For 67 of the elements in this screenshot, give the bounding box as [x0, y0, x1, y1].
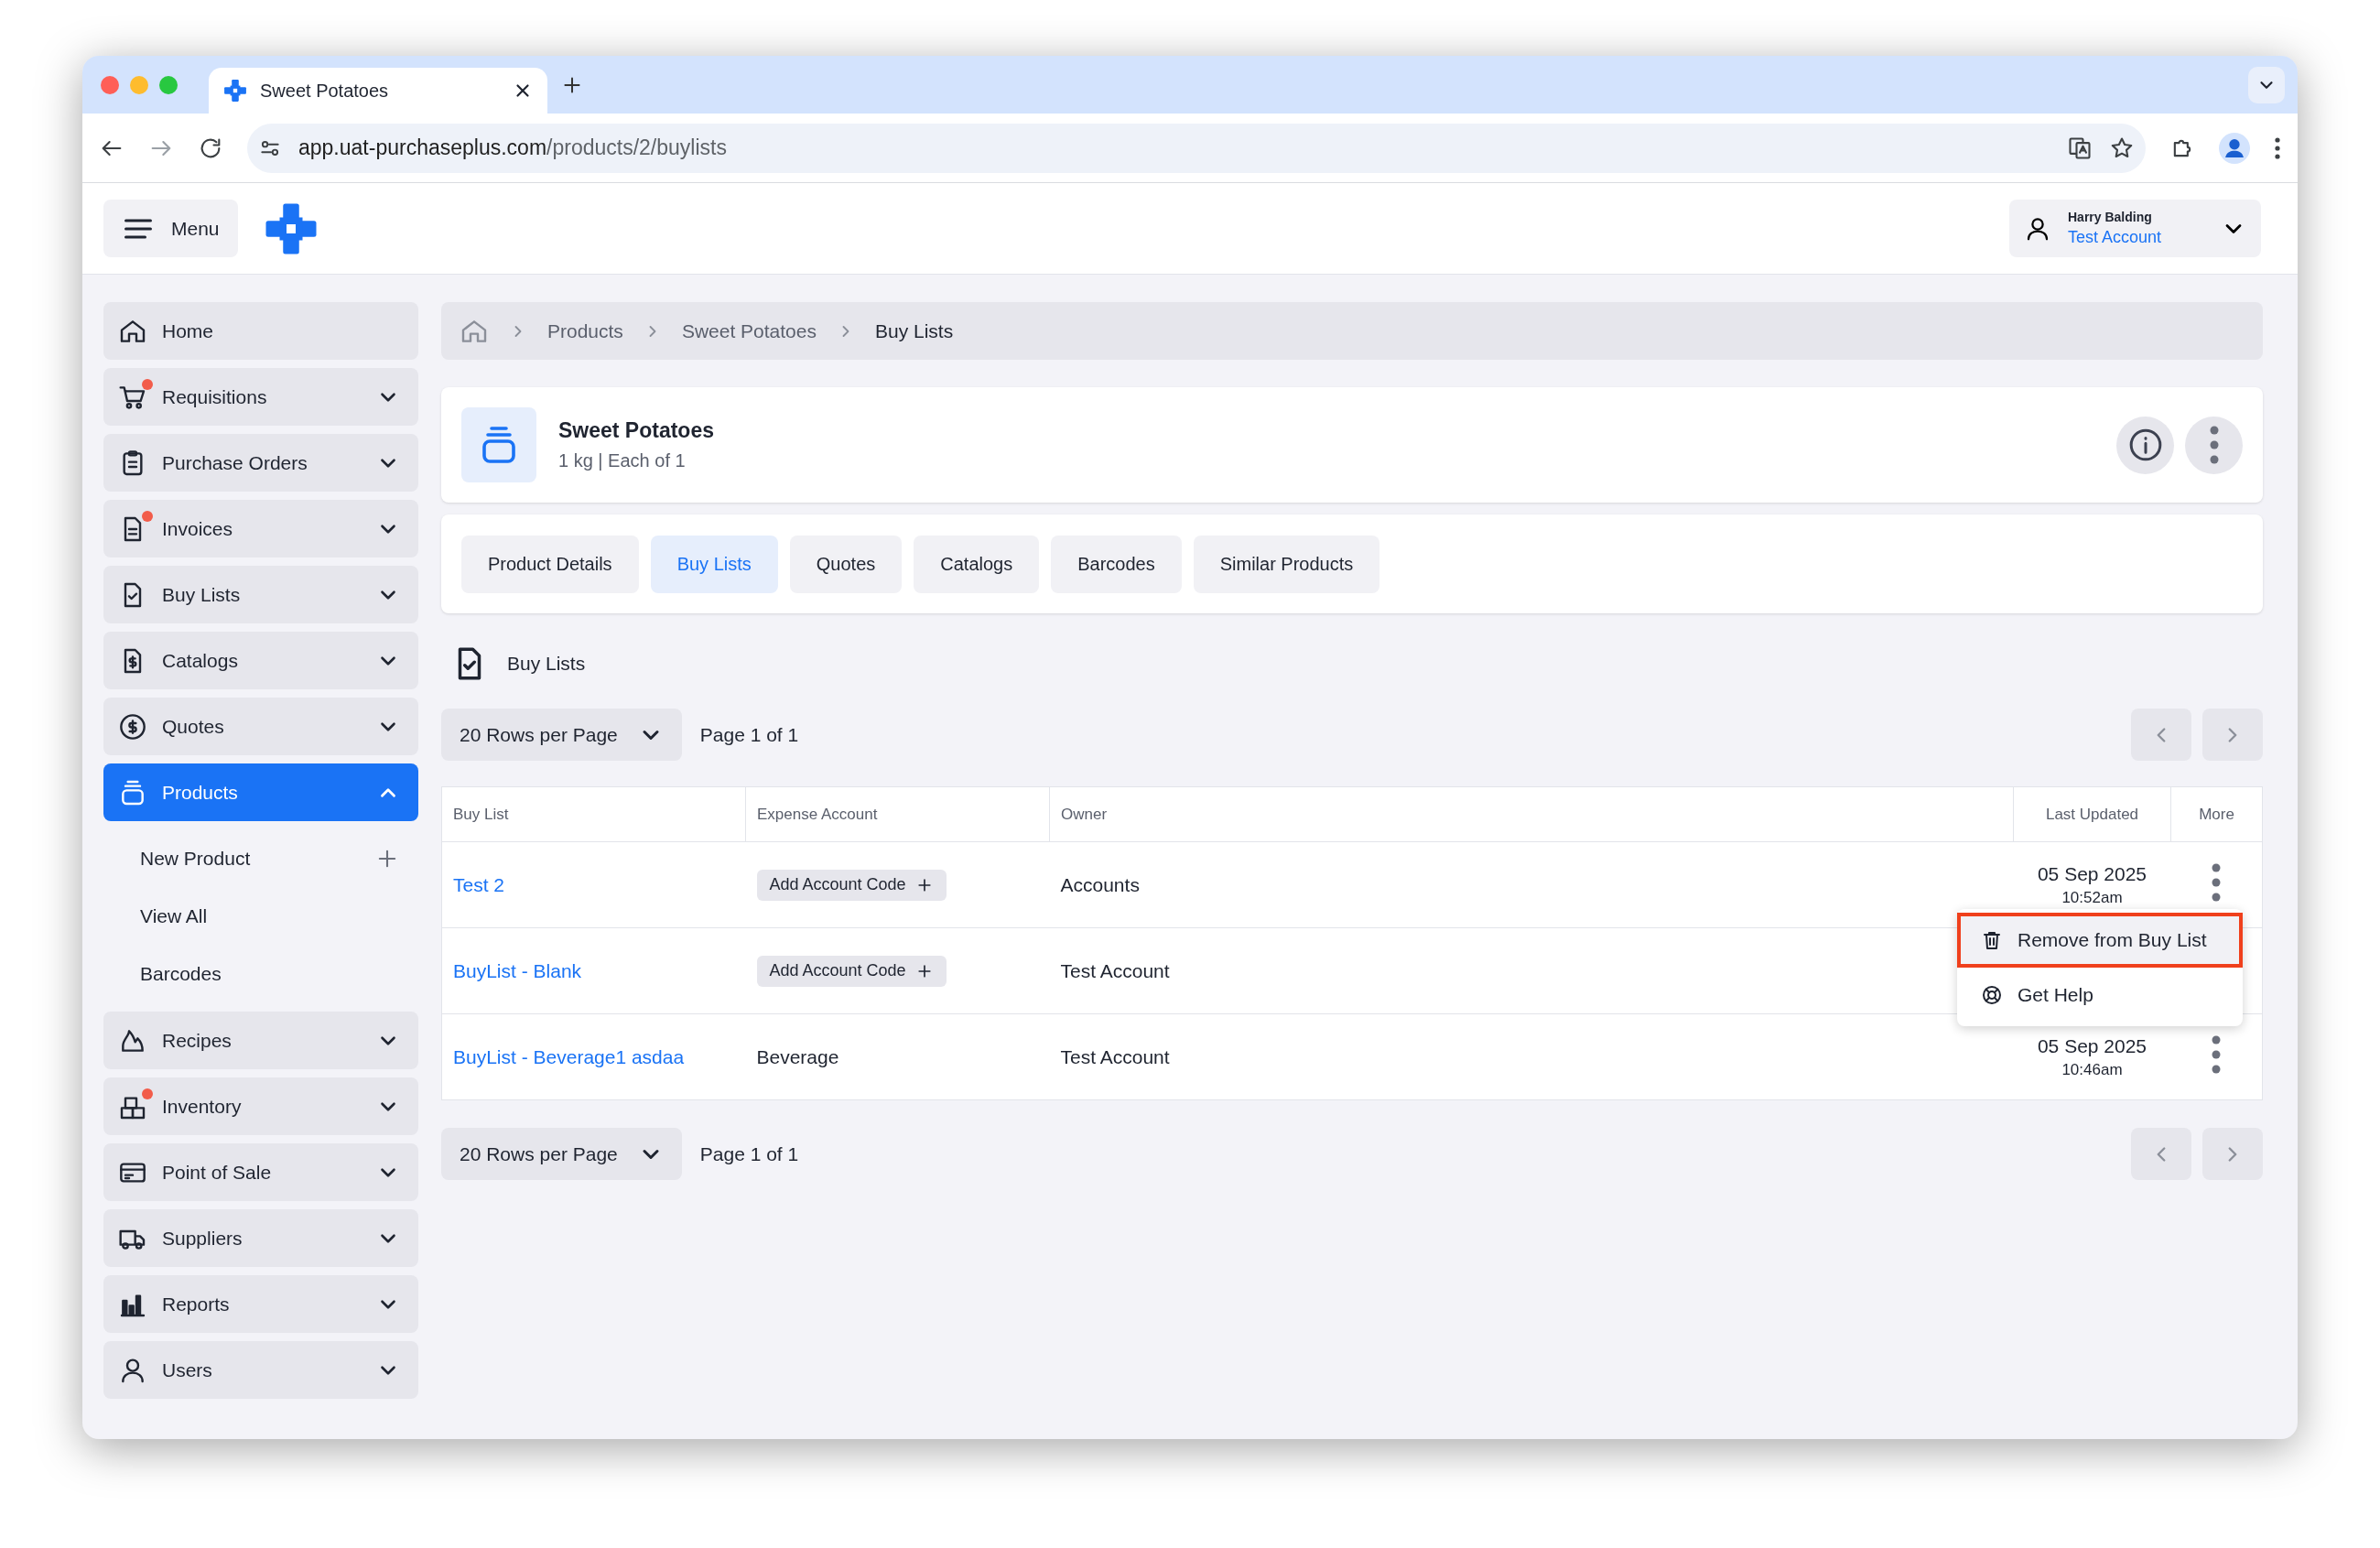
- table-cell: Accounts: [1060, 873, 1140, 895]
- buy-list-link[interactable]: Test 2: [453, 873, 505, 895]
- sidebar-item[interactable]: Reports: [103, 1275, 418, 1333]
- breadcrumb-link[interactable]: Sweet Potatoes: [681, 319, 817, 342]
- sidebar-item[interactable]: Recipes: [103, 1012, 418, 1069]
- sidebar-item[interactable]: Requisitions: [103, 368, 418, 426]
- updated-time: 10:46am: [2061, 1060, 2124, 1079]
- sidebar-item[interactable]: Home: [103, 302, 418, 360]
- rows-per-page-dropdown[interactable]: 20 Rows per Page: [441, 1128, 682, 1180]
- add-account-code-button[interactable]: Add Account Code: [756, 869, 947, 901]
- tab[interactable]: Buy Lists: [650, 535, 778, 593]
- translate-icon[interactable]: [2067, 135, 2093, 161]
- updated-date: 05 Sep 2025: [2036, 862, 2148, 885]
- column-header: Buy List: [441, 786, 746, 842]
- tab[interactable]: Quotes: [789, 535, 903, 593]
- updated-date: 05 Sep 2025: [2036, 1034, 2148, 1057]
- rows-per-page-dropdown[interactable]: 20 Rows per Page: [441, 709, 682, 761]
- sidebar-item[interactable]: Suppliers: [103, 1209, 418, 1267]
- sidebar-subitem[interactable]: New Product: [103, 829, 418, 887]
- breadcrumb-link[interactable]: Buy Lists: [874, 319, 954, 342]
- column-header: Last Updated: [2013, 786, 2171, 842]
- tab-search-button[interactable]: [2248, 66, 2285, 103]
- more-icon: [2208, 425, 2220, 465]
- menu-item[interactable]: Remove from Buy List: [1957, 913, 2243, 968]
- tab[interactable]: Product Details: [461, 535, 639, 593]
- sidebar-item[interactable]: Quotes: [103, 698, 418, 755]
- account-switcher[interactable]: Harry Balding Test Account: [2009, 200, 2261, 257]
- profile-icon[interactable]: [2219, 132, 2250, 164]
- sidebar-item[interactable]: Point of Sale: [103, 1143, 418, 1201]
- tab[interactable]: Similar Products: [1193, 535, 1380, 593]
- dollar-icon: [118, 711, 147, 742]
- stack-icon: [461, 407, 536, 482]
- sidebar-item[interactable]: Purchase Orders: [103, 434, 418, 492]
- add-account-code-button[interactable]: Add Account Code: [756, 955, 947, 987]
- column-header: Expense Account: [745, 786, 1050, 842]
- table-cell: Test Account: [1060, 959, 1170, 981]
- buy-list-link[interactable]: BuyList - Beverage1 asdaa: [453, 1045, 685, 1067]
- tab[interactable]: Barcodes: [1051, 535, 1182, 593]
- sidebar-item[interactable]: Users: [103, 1341, 418, 1399]
- page-indicator: Page 1 of 1: [699, 723, 799, 746]
- buy-list-link[interactable]: BuyList - Blank: [453, 959, 582, 981]
- column-header: Owner: [1049, 786, 2014, 842]
- sidebar-subitem[interactable]: Barcodes: [103, 945, 418, 1002]
- lifebuoy-icon: [1981, 984, 2003, 1006]
- table-cell: Test Account: [1060, 1045, 1170, 1067]
- trash-icon: [1981, 929, 2003, 951]
- column-header: More: [2170, 786, 2263, 842]
- sidebar-item[interactable]: Buy Lists: [103, 566, 418, 623]
- updated-time: 10:52am: [2061, 888, 2124, 907]
- sidebar-item[interactable]: Catalogs: [103, 632, 418, 689]
- product-detail: 1 kg | Each of 1: [558, 450, 686, 471]
- more-icon[interactable]: [2274, 135, 2281, 160]
- breadcrumb-link[interactable]: Products: [547, 319, 623, 342]
- browser-tab[interactable]: Sweet Potatoes: [209, 68, 547, 114]
- table-cell: Beverage: [756, 1045, 839, 1067]
- tab[interactable]: Catalogs: [914, 535, 1040, 593]
- sidebar-item[interactable]: Inventory: [103, 1077, 418, 1135]
- sidebar-subitem[interactable]: View All: [103, 887, 418, 945]
- address-bar[interactable]: app.uat-purchaseplus.com/products/2/buylists: [247, 123, 2146, 173]
- menu-button[interactable]: Menu: [103, 200, 238, 257]
- sidebar-item[interactable]: Invoices: [103, 500, 418, 557]
- sidebar-item[interactable]: Products: [103, 763, 418, 821]
- menu-item[interactable]: Get Help: [1957, 968, 2243, 1023]
- product-title: Sweet Potatoes: [558, 418, 714, 443]
- favicon-icon: [223, 79, 247, 103]
- page-indicator: Page 1 of 1: [699, 1142, 799, 1165]
- section-title: Buy Lists: [507, 653, 586, 675]
